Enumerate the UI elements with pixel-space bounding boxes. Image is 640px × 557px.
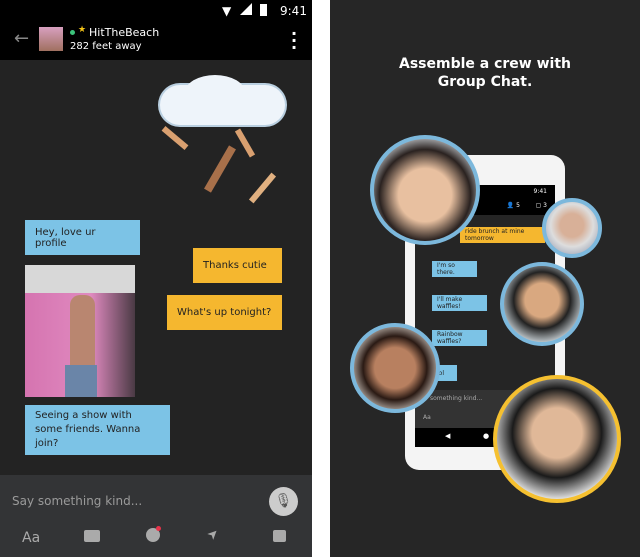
message-bubble: Thanks cutie: [193, 248, 282, 283]
back-arrow-icon[interactable]: ←: [14, 28, 29, 49]
mini-message: I'll make waffles!: [432, 295, 487, 311]
microphone-icon[interactable]: 🎙: [269, 487, 298, 516]
notification-dot: [156, 526, 161, 531]
mini-message: I'm so there.: [432, 261, 477, 277]
albums-count: ▢ 3: [535, 202, 547, 209]
wifi-icon: ▼: [222, 4, 232, 18]
compose-bar: Say something kind... 🎙 Aa ➤: [0, 475, 312, 557]
message-input[interactable]: Say something kind...: [12, 494, 142, 508]
promo-title: Assemble a crew with Group Chat.: [399, 56, 571, 90]
message-bubble: What's up tonight?: [167, 295, 282, 330]
member-photo: [493, 375, 621, 503]
message-text: Seeing a show with some friends. Wanna j…: [35, 410, 141, 449]
signal-icon: [240, 3, 252, 15]
photo-message[interactable]: [25, 265, 135, 397]
clock: 9:41: [533, 188, 547, 195]
online-indicator: [70, 30, 75, 35]
members-value: 5: [516, 202, 520, 209]
members-count: 👤 5: [506, 202, 520, 209]
distance: 282 feet away: [70, 41, 142, 52]
message-bubble: Seeing a show with some friends. Wanna j…: [25, 405, 170, 455]
nav-back-icon: ◀: [445, 432, 451, 440]
text-format-button[interactable]: Aa: [22, 530, 40, 546]
location-icon[interactable]: ➤: [204, 525, 222, 543]
star-icon: ★: [78, 25, 87, 35]
chat-header: ← ★ HitTheBeach 282 feet away · · ·: [0, 24, 312, 60]
albums-value: 3: [543, 202, 547, 209]
member-photo: [500, 262, 584, 346]
battery-icon: [260, 4, 267, 16]
message-text: Thanks cutie: [203, 260, 267, 271]
chat-screenshot: ▼ 9:41 ← ★ HitTheBeach 282 feet away · · ·…: [0, 0, 312, 557]
status-bar: ▼ 9:41: [0, 0, 312, 24]
more-options-icon[interactable]: · · ·: [291, 26, 297, 56]
saved-phrases-icon[interactable]: [273, 530, 286, 542]
promo-panel: Assemble a crew with Group Chat. 9:41 👤 …: [330, 0, 640, 557]
mini-message: ride brunch at mine tomorrow: [460, 227, 545, 243]
avatar[interactable]: [39, 27, 63, 51]
nav-home-icon: ●: [483, 432, 490, 440]
cloud-illustration: [155, 75, 290, 230]
mini-input: something kind...: [430, 395, 483, 402]
camera-icon[interactable]: [84, 530, 100, 542]
member-photo: [350, 323, 440, 413]
member-photo: [370, 135, 480, 245]
profile-name[interactable]: HitTheBeach: [89, 26, 159, 39]
message-bubble: Hey, love ur profile: [25, 220, 140, 255]
message-text: What's up tonight?: [177, 307, 272, 318]
member-photo: [542, 198, 602, 258]
mini-text-button: Aa: [423, 414, 431, 421]
mini-message: Rainbow waffles?: [432, 330, 487, 346]
clock: 9:41: [280, 4, 307, 18]
message-text: Hey, love ur profile: [35, 226, 96, 249]
